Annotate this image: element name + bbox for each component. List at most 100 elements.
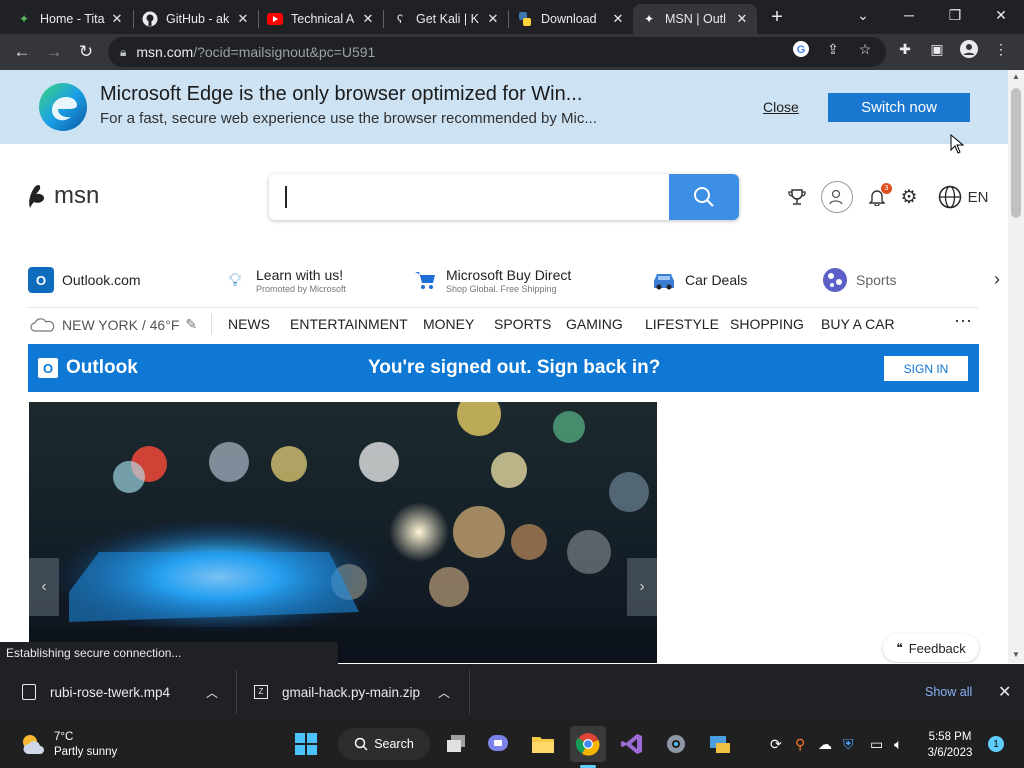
tab-search-icon[interactable]: ⌄ [840,0,886,30]
scroll-up-icon[interactable]: ▲ [1012,72,1020,81]
extensions-icon[interactable]: ✚ [894,38,916,60]
close-shelf-icon[interactable]: ✕ [998,664,1011,720]
scrollbar-thumb[interactable] [1011,88,1021,218]
close-icon[interactable]: ✕ [735,11,749,27]
notification-center-badge[interactable]: 1 [988,736,1004,752]
language-selector[interactable]: EN [933,182,993,212]
feedback-button[interactable]: ❝ Feedback [883,634,979,662]
close-icon[interactable]: ✕ [611,11,625,27]
quick-link-sports[interactable]: Sports [822,260,896,300]
search-tray-icon[interactable]: ⚲ [795,736,805,753]
download-item[interactable]: rubi-rose-twerk.mp4 ︿ [22,664,232,720]
address-bar[interactable]: 🔒︎ msn.com/?ocid=mailsignout&pc=U591 [108,37,886,67]
close-icon[interactable]: ✕ [236,11,250,27]
nav-money[interactable]: MONEY [423,316,474,332]
banner-close-link[interactable]: Close [763,99,799,115]
weather-nav-item[interactable]: NEW YORK / 46°F ✎ [30,316,197,333]
sign-in-avatar-icon[interactable] [821,181,853,213]
quick-link-car-deals[interactable]: Car Deals [651,260,747,300]
network-icon[interactable]: ▭ [870,736,883,753]
forward-icon[interactable]: → [40,38,68,66]
tab-kali[interactable]: ʕ Get Kali | K ✕ [384,4,508,34]
download-separator [236,670,237,714]
new-tab-icon[interactable]: + [766,6,788,28]
msn-search-box[interactable] [269,174,739,220]
hero-prev-icon[interactable]: ‹ [29,558,59,616]
lock-icon: 🔒︎ [120,44,127,59]
text-cursor [285,186,287,208]
visual-studio-icon[interactable] [614,726,650,762]
scroll-down-icon[interactable]: ▼ [1012,650,1020,659]
window-close-icon[interactable]: ✕ [978,0,1024,30]
quick-link-learn[interactable]: 💡︎ Learn with us! Promoted by Microsoft [222,260,346,300]
globe-icon [938,185,961,209]
close-icon[interactable]: ✕ [361,11,375,27]
side-panel-icon[interactable]: ▣ [926,38,948,60]
sign-in-button[interactable]: SIGN IN [884,356,968,381]
file-explorer-icon[interactable] [525,726,561,762]
outlook-brand: O Outlook [38,357,138,379]
quick-link-buy-direct[interactable]: Microsoft Buy Direct Shop Global. Free Sh… [412,260,571,300]
profile-icon[interactable] [958,38,980,60]
tab-msn[interactable]: ✦ MSN | Outl ✕ [633,4,757,34]
teams-chat-icon[interactable] [481,726,517,762]
tab-home[interactable]: ✦ Home - Tita ✕ [8,4,132,34]
nav-buy-a-car[interactable]: BUY A CAR [821,316,895,332]
reload-icon[interactable]: ↻ [72,38,100,66]
tab-github[interactable]: GitHub - ak ✕ [134,4,258,34]
lightbulb-icon: 💡︎ [228,269,242,290]
task-view-icon[interactable] [438,726,474,762]
switch-now-button[interactable]: Switch now [828,93,970,122]
rewards-trophy-icon[interactable] [785,182,809,212]
nav-entertainment[interactable]: ENTERTAINMENT [290,316,408,332]
hero-next-icon[interactable]: › [627,558,657,616]
tab-python-download[interactable]: Download ✕ [509,4,633,34]
search-icon [354,737,368,751]
start-windows-icon[interactable] [288,726,324,762]
nav-sports[interactable]: SPORTS [494,316,551,332]
share-icon[interactable]: ⇪ [822,38,844,60]
volume-icon[interactable]: 🔈︎ [894,736,902,753]
search-button[interactable] [669,174,739,220]
msn-icon: ✦ [643,12,655,26]
control-panel-icon[interactable] [702,726,738,762]
chevron-up-icon[interactable]: ︿ [206,684,218,701]
taskbar-search[interactable]: Search [338,728,430,760]
nav-shopping[interactable]: SHOPPING [730,316,804,332]
nav-lifestyle[interactable]: LIFESTYLE [645,316,719,332]
chrome-icon[interactable] [570,726,606,762]
chevron-up-icon[interactable]: ︿ [438,684,450,701]
notification-badge: 3 [881,183,892,194]
close-icon[interactable]: ✕ [110,11,124,27]
minimize-icon[interactable]: ─ [886,0,932,30]
outlook-signout-bar: O Outlook You're signed out. Sign back i… [28,344,979,392]
sync-icon[interactable]: ⟳ [770,736,782,753]
nav-news[interactable]: NEWS [228,316,270,332]
download-item[interactable]: Z gmail-hack.py-main.zip ︿ [254,664,464,720]
weather-widget[interactable]: 7°C Partly sunny [20,730,117,760]
restore-icon[interactable]: ❐ [932,0,978,30]
more-ellipsis-icon[interactable]: ··· [954,310,972,331]
nav-gaming[interactable]: GAMING [566,316,623,332]
msn-logo[interactable]: msn [26,182,99,210]
quick-link-outlook[interactable]: O Outlook.com [28,260,141,300]
edit-pencil-icon[interactable]: ✎ [185,316,197,333]
cloud-tray-icon[interactable]: ☁ [818,736,832,753]
menu-kebab-icon[interactable]: ⋮ [990,38,1012,60]
quick-links-next-icon[interactable]: › [988,266,1006,292]
status-bubble: Establishing secure connection... [0,642,338,664]
security-shield-icon[interactable]: ⛨ [843,736,854,753]
settings-gear-icon[interactable]: ⚙ [898,182,920,212]
google-icon[interactable]: G [790,38,812,60]
hero-image[interactable]: ‹ › [29,402,657,663]
back-icon[interactable]: ← [8,38,36,66]
clock[interactable]: 5:58 PM 3/6/2023 [920,729,980,761]
settings-app-icon[interactable] [658,726,694,762]
bookmark-star-icon[interactable]: ☆ [854,38,876,60]
close-icon[interactable]: ✕ [486,11,500,27]
outlook-icon: O [28,267,54,293]
outlook-logo-icon: O [38,358,58,378]
tab-youtube[interactable]: Technical A ✕ [259,4,383,34]
youtube-icon [267,11,283,27]
show-all-button[interactable]: Show all [925,664,972,720]
